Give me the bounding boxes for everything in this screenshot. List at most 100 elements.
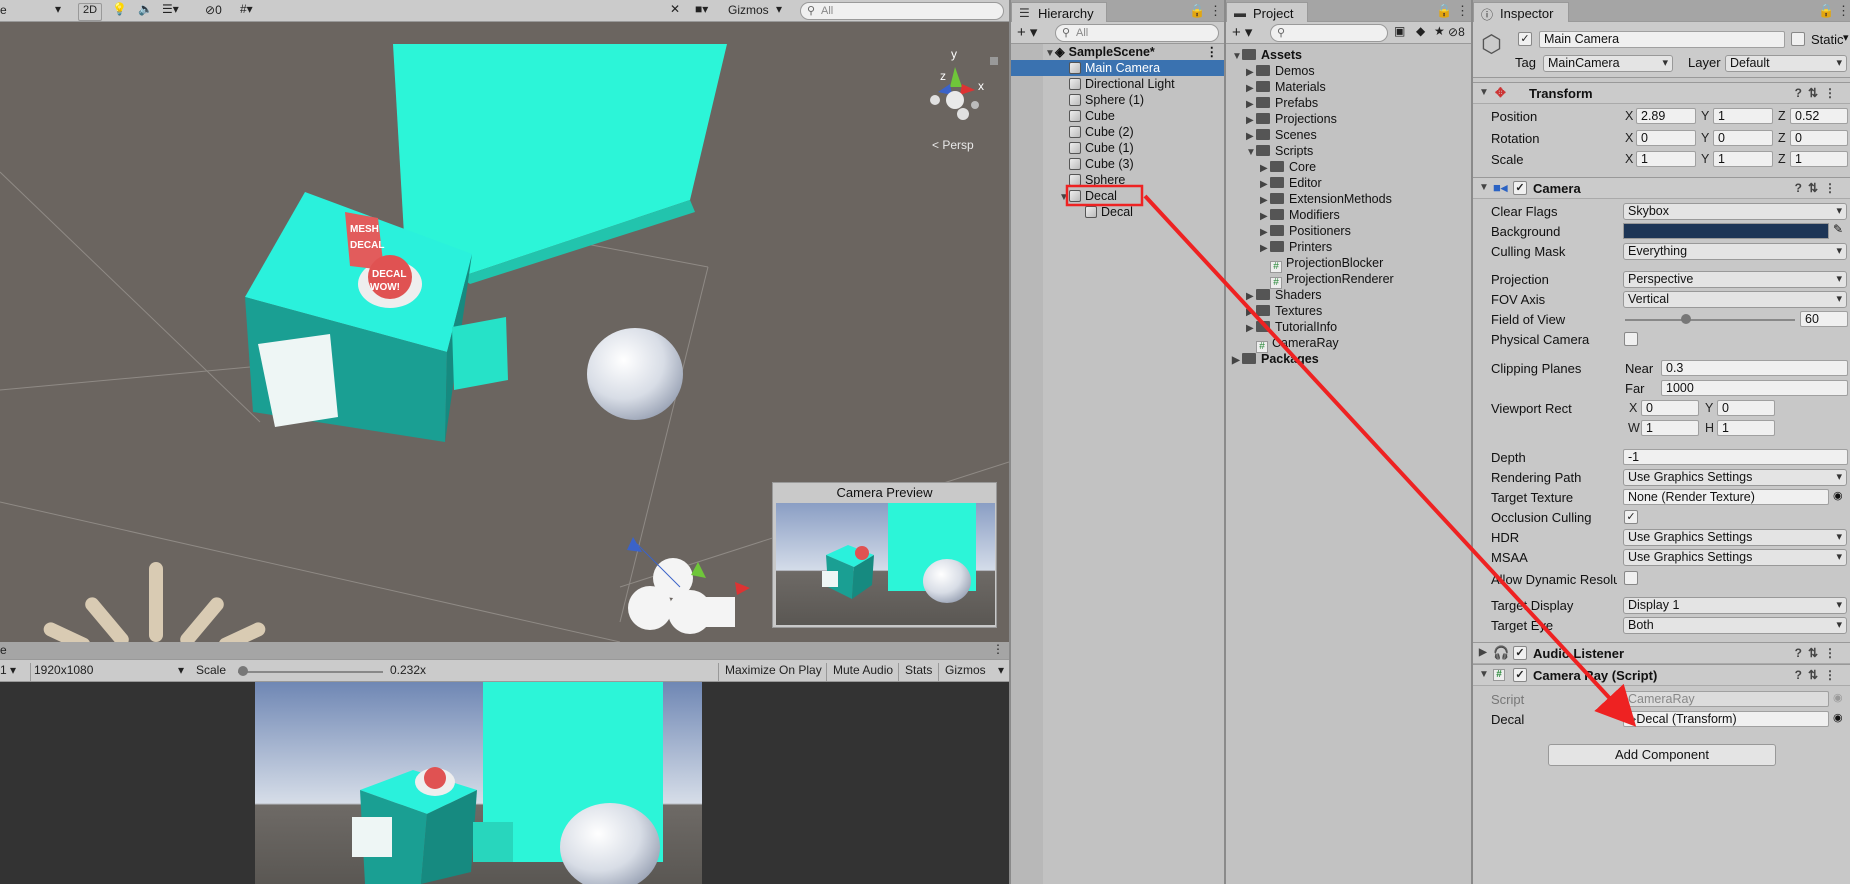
scene-root-row[interactable]: ▼◈ SampleScene* ⋮ xyxy=(1011,44,1224,60)
position-z-field[interactable]: 0.52 xyxy=(1790,108,1848,124)
target-eye-dropdown[interactable]: Both xyxy=(1623,617,1847,634)
collapse-arrow-icon[interactable]: ▼ xyxy=(1479,182,1489,193)
scale-slider-thumb[interactable] xyxy=(238,666,248,676)
rotation-z-field[interactable]: 0 xyxy=(1790,130,1848,146)
project-item-core[interactable]: ▶ Core xyxy=(1226,159,1471,175)
effects-toggle-icon[interactable]: ☰▾ xyxy=(162,2,179,20)
physical-camera-checkbox[interactable] xyxy=(1624,332,1638,346)
static-dropdown-icon[interactable]: ▾ xyxy=(1843,31,1849,44)
msaa-dropdown[interactable]: Use Graphics Settings xyxy=(1623,549,1847,566)
project-item-positioners[interactable]: ▶ Positioners xyxy=(1226,223,1471,239)
toggle-2d-button[interactable]: 2D xyxy=(78,3,103,21)
component-header-icons[interactable]: ?⇅⋮ xyxy=(1795,181,1842,195)
hdr-dropdown[interactable]: Use Graphics Settings xyxy=(1623,529,1847,546)
project-item-scenes[interactable]: ▶ Scenes xyxy=(1226,127,1471,143)
panel-divider[interactable] xyxy=(1009,0,1011,884)
inspector-lock-icon[interactable]: 🔒 xyxy=(1818,3,1834,19)
hierarchy-item-main-camera[interactable]: Main Camera xyxy=(1011,60,1224,76)
stats-toggle[interactable]: Stats xyxy=(898,663,932,681)
project-item-printers[interactable]: ▶ Printers xyxy=(1226,239,1471,255)
component-header-icons[interactable]: ?⇅⋮ xyxy=(1795,668,1842,682)
project-item-cameraray[interactable]: # CameraRay xyxy=(1226,335,1471,353)
occlusion-culling-checkbox[interactable]: ✓ xyxy=(1624,510,1638,524)
rendering-path-dropdown[interactable]: Use Graphics Settings xyxy=(1623,469,1847,486)
panel-divider[interactable] xyxy=(1471,0,1473,884)
hierarchy-item-cube[interactable]: Cube xyxy=(1011,108,1224,124)
scale-x-field[interactable]: 1 xyxy=(1636,151,1696,167)
hierarchy-item-cube-3[interactable]: Cube (3) xyxy=(1011,156,1224,172)
hierarchy-item-decal-child[interactable]: Decal xyxy=(1011,204,1224,220)
tab-inspector[interactable]: ⓘ Inspector xyxy=(1473,2,1569,22)
scale-z-field[interactable]: 1 xyxy=(1790,151,1848,167)
audio-listener-header[interactable]: ▶ 🎧 ✓ Audio Listener ?⇅⋮ xyxy=(1473,642,1850,664)
scale-y-field[interactable]: 1 xyxy=(1713,151,1773,167)
hierarchy-item-sphere[interactable]: Sphere xyxy=(1011,172,1224,188)
expand-arrow-icon[interactable]: ▶ xyxy=(1232,353,1242,369)
tab-project[interactable]: ▬ Project xyxy=(1226,2,1308,22)
project-lock-icon[interactable]: 🔒 xyxy=(1436,3,1452,19)
game-panel-menu-icon[interactable]: ⋮ xyxy=(992,642,1004,660)
hierarchy-item-cube-2[interactable]: Cube (2) xyxy=(1011,124,1224,140)
object-picker-icon[interactable]: ◉ xyxy=(1833,489,1843,502)
project-add-button[interactable]: + ▾ xyxy=(1232,23,1252,41)
inspector-menu-icon[interactable]: ⋮ xyxy=(1837,3,1850,19)
collapse-arrow-icon[interactable]: ▶ xyxy=(1479,647,1489,658)
component-header-icons[interactable]: ?⇅⋮ xyxy=(1795,86,1842,100)
fov-slider-track[interactable] xyxy=(1625,314,1795,324)
scene-tab-fragment[interactable]: e xyxy=(0,3,7,21)
static-checkbox[interactable] xyxy=(1791,32,1805,46)
game-tab-fragment[interactable]: e xyxy=(0,643,7,661)
fov-slider-thumb[interactable] xyxy=(1681,314,1691,324)
project-item-shaders[interactable]: ▶ Shaders xyxy=(1226,287,1471,303)
viewport-x-field[interactable]: 0 xyxy=(1641,400,1699,416)
decal-transform-field[interactable]: ✥Decal (Transform) xyxy=(1623,711,1829,727)
project-item-materials[interactable]: ▶ Materials xyxy=(1226,79,1471,95)
target-texture-field[interactable]: None (Render Texture) xyxy=(1623,489,1829,505)
tag-dropdown[interactable]: MainCamera xyxy=(1543,55,1673,72)
fov-field[interactable]: 60 xyxy=(1800,311,1848,327)
hierarchy-menu-icon[interactable]: ⋮ xyxy=(1209,3,1222,19)
lighting-toggle-icon[interactable]: 💡 xyxy=(112,2,127,20)
maximize-on-play-toggle[interactable]: Maximize On Play xyxy=(718,663,822,681)
projection-dropdown[interactable]: Perspective xyxy=(1623,271,1847,288)
clear-flags-dropdown[interactable]: Skybox xyxy=(1623,203,1847,220)
hidden-packages-icon[interactable]: ⊘8 xyxy=(1448,25,1465,43)
project-item-tutorialinfo[interactable]: ▶ TutorialInfo xyxy=(1226,319,1471,335)
viewport-w-field[interactable]: 1 xyxy=(1641,420,1699,436)
target-display-dropdown[interactable]: Display 1 xyxy=(1623,597,1847,614)
viewport-y-field[interactable]: 0 xyxy=(1717,400,1775,416)
hierarchy-item-decal[interactable]: ▼ Decal xyxy=(1011,188,1224,204)
panel-divider[interactable] xyxy=(1224,0,1226,884)
layer-dropdown[interactable]: Default xyxy=(1725,55,1847,72)
position-y-field[interactable]: 1 xyxy=(1713,108,1773,124)
viewport-h-field[interactable]: 1 xyxy=(1717,420,1775,436)
display-dropdown[interactable]: 1 ▾ xyxy=(0,663,16,681)
project-item-projectionrenderer[interactable]: # ProjectionRenderer xyxy=(1226,271,1471,289)
hierarchy-item-cube-1[interactable]: Cube (1) xyxy=(1011,140,1224,156)
camera-ray-header[interactable]: ▼ # ✓ Camera Ray (Script) ?⇅⋮ xyxy=(1473,664,1850,686)
shading-mode-dropdown[interactable]: ▾ xyxy=(55,2,61,20)
camera-header[interactable]: ▼ ■◂ ✓ Camera ?⇅⋮ xyxy=(1473,177,1850,199)
far-field[interactable]: 1000 xyxy=(1661,380,1848,396)
eyedropper-icon[interactable]: ✎ xyxy=(1833,222,1843,236)
transform-header[interactable]: ▼ ✥ Transform ?⇅⋮ xyxy=(1473,82,1850,104)
depth-field[interactable]: -1 xyxy=(1623,449,1848,465)
hierarchy-lock-icon[interactable]: 🔒 xyxy=(1189,3,1205,19)
active-checkbox[interactable]: ✓ xyxy=(1518,32,1532,46)
search-by-label-icon[interactable]: ◆ xyxy=(1416,24,1425,42)
hierarchy-add-button[interactable]: + ▾ xyxy=(1017,23,1037,41)
project-item-packages[interactable]: ▶ Packages xyxy=(1226,351,1471,367)
project-menu-icon[interactable]: ⋮ xyxy=(1456,3,1469,19)
audio-toggle-icon[interactable]: 🔈 xyxy=(138,2,153,20)
game-gizmos-dropdown[interactable]: Gizmos ▾ xyxy=(938,663,1008,681)
scene-search-input[interactable]: ⚲ All xyxy=(800,2,1004,20)
collapse-arrow-icon[interactable]: ▼ xyxy=(1479,669,1489,680)
near-field[interactable]: 0.3 xyxy=(1661,360,1848,376)
mute-audio-toggle[interactable]: Mute Audio xyxy=(826,663,893,681)
camera-settings-icon[interactable]: ■▾ xyxy=(695,2,708,20)
add-component-button[interactable]: Add Component xyxy=(1548,744,1776,766)
project-item-extensionmethods[interactable]: ▶ ExtensionMethods xyxy=(1226,191,1471,207)
search-by-type-icon[interactable]: ▣ xyxy=(1394,24,1405,42)
fov-axis-dropdown[interactable]: Vertical xyxy=(1623,291,1847,308)
collapse-arrow-icon[interactable]: ▼ xyxy=(1479,87,1489,98)
